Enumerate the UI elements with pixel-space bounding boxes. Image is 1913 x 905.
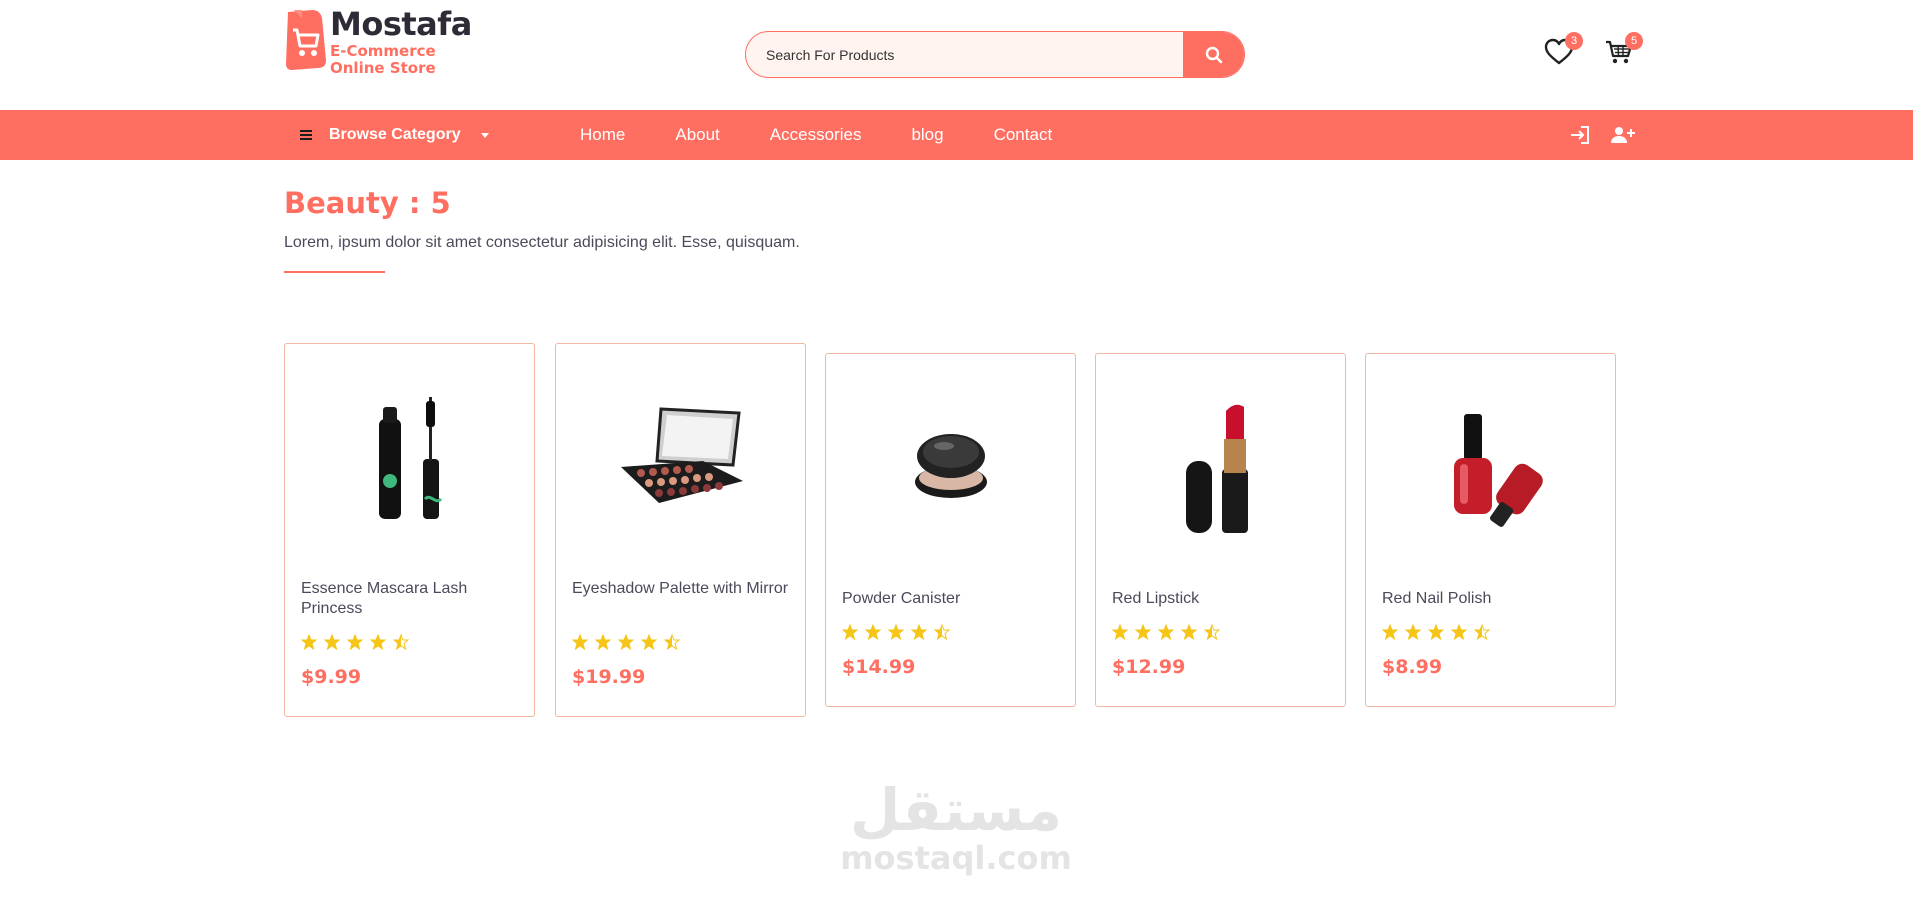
star-icon (571, 633, 589, 655)
star-icon (1450, 623, 1468, 645)
product-price: $8.99 (1382, 656, 1443, 678)
chevron-down-icon (480, 132, 489, 138)
login-icon (1571, 126, 1589, 144)
product-image (285, 344, 534, 574)
watermark-latin: mostaql.com (840, 839, 1072, 877)
star-icon (1111, 623, 1129, 645)
rating-stars (841, 623, 951, 645)
product-card[interactable]: Red Lipstick $12.99 (1095, 353, 1346, 707)
star-icon (640, 633, 658, 655)
product-card[interactable]: Red Nail Polish $8.99 (1365, 353, 1616, 707)
mostaql-watermark: مستقل mostaql.com (840, 780, 1072, 876)
add-user-icon (1611, 127, 1635, 143)
search-icon (1205, 46, 1222, 63)
rating-stars (300, 633, 410, 655)
product-name: Red Lipstick (1112, 590, 1200, 607)
browse-category-dropdown[interactable]: Browse Category (300, 110, 489, 160)
half-star-icon (392, 633, 410, 655)
nav-link-blog[interactable]: blog (911, 125, 943, 145)
nail-polish-image-icon (1453, 414, 1543, 527)
product-name: Powder Canister (842, 590, 961, 607)
cart-count-badge: 5 (1625, 32, 1643, 50)
product-image (1096, 354, 1345, 584)
product-card[interactable]: Eyeshadow Palette with Mirror $19.99 (555, 343, 806, 717)
half-star-icon (1203, 623, 1221, 645)
lipstick-image-icon (1185, 404, 1248, 533)
watermark-arabic: مستقل (849, 776, 1063, 844)
star-icon (1157, 623, 1175, 645)
star-icon (841, 623, 859, 645)
star-icon (594, 633, 612, 655)
rating-stars (1381, 623, 1491, 645)
star-icon (323, 633, 341, 655)
nav-link-home[interactable]: Home (580, 125, 625, 145)
browse-category-label: Browse Category (329, 126, 461, 143)
menu-icon (300, 130, 312, 140)
half-star-icon (663, 633, 681, 655)
star-icon (369, 633, 387, 655)
star-icon (1427, 623, 1445, 645)
wishlist-button[interactable]: 3 (1543, 32, 1583, 68)
logo[interactable]: Mostafa E-Commerce Online Store (284, 8, 472, 77)
category-description: Lorem, ipsum dolor sit amet consectetur … (284, 234, 800, 251)
cart-button[interactable]: 5 (1603, 32, 1643, 68)
wishlist-count-badge: 3 (1565, 32, 1583, 50)
category-title: Beauty : 5 (284, 186, 451, 220)
nav-links: Home About Accessories blog Contact (580, 110, 1102, 160)
product-image (826, 354, 1075, 584)
product-name: Eyeshadow Palette with Mirror (572, 580, 789, 597)
login-button[interactable] (1568, 124, 1592, 146)
main-navbar: Browse Category Home About Accessories b… (0, 110, 1913, 160)
product-price: $19.99 (572, 666, 646, 688)
site-header: Mostafa E-Commerce Online Store 3 (0, 0, 1913, 110)
nav-link-about[interactable]: About (675, 125, 719, 145)
brand-name: Mostafa (330, 5, 472, 43)
product-image (556, 344, 805, 574)
rating-stars (571, 633, 681, 655)
nav-link-accessories[interactable]: Accessories (770, 125, 862, 145)
nav-link-contact[interactable]: Contact (994, 125, 1053, 145)
title-underline (284, 271, 385, 273)
search-input[interactable] (746, 32, 1183, 77)
half-star-icon (1473, 623, 1491, 645)
star-icon (1134, 623, 1152, 645)
product-name: Red Nail Polish (1382, 590, 1492, 607)
search-bar (745, 31, 1245, 78)
star-icon (910, 623, 928, 645)
star-icon (887, 623, 905, 645)
shopping-bag-logo-icon (286, 10, 326, 70)
mascara-image-icon (378, 397, 442, 519)
half-star-icon (933, 623, 951, 645)
product-card[interactable]: Essence Mascara Lash Princess $9.99 (284, 343, 535, 717)
star-icon (1404, 623, 1422, 645)
product-price: $9.99 (301, 666, 362, 688)
star-icon (617, 633, 635, 655)
register-button[interactable] (1611, 124, 1635, 146)
eyeshadow-palette-image-icon (620, 407, 743, 503)
product-price: $12.99 (1112, 656, 1186, 678)
star-icon (300, 633, 318, 655)
search-button[interactable] (1183, 32, 1244, 77)
brand-subtitle-1: E-Commerce (330, 42, 436, 60)
star-icon (346, 633, 364, 655)
brand-subtitle-2: Online Store (330, 59, 436, 77)
product-card[interactable]: Powder Canister $14.99 (825, 353, 1076, 707)
star-icon (864, 623, 882, 645)
product-image (1366, 354, 1615, 584)
powder-canister-image-icon (914, 434, 987, 498)
product-name: Essence Mascara Lash Princess (301, 580, 468, 617)
product-price: $14.99 (842, 656, 916, 678)
star-icon (1381, 623, 1399, 645)
star-icon (1180, 623, 1198, 645)
rating-stars (1111, 623, 1221, 645)
